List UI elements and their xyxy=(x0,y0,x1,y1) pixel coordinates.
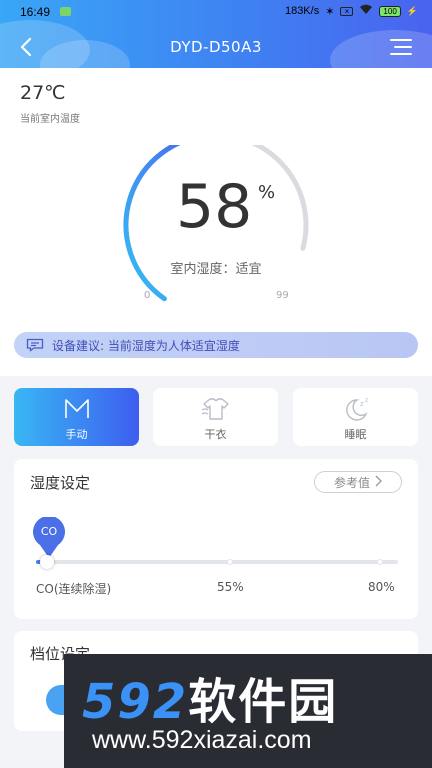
watermark-brand-text: 软件园 xyxy=(188,674,339,730)
bluetooth-icon: ✶ xyxy=(325,5,335,18)
manual-m-icon xyxy=(65,399,89,418)
humidity-value: 58 xyxy=(176,172,253,242)
mode-label: 睡眠 xyxy=(344,428,367,441)
gauge-max-label: 99 xyxy=(276,290,289,301)
svg-text:z: z xyxy=(365,397,368,404)
location-pin-icon xyxy=(33,515,65,558)
mode-selector: 手动 干衣 z z 睡眠 xyxy=(14,388,418,446)
app-header: 16:49 183K/s ✶ × 100 ⚡ DYD-D50A3 xyxy=(0,0,432,68)
mode-label: 干衣 xyxy=(204,428,227,441)
menu-line xyxy=(394,46,412,48)
humidity-overview-card: 27℃ 当前室内温度 58 % 室内湿度：适宜 0 99 设备建议: 当前湿度为… xyxy=(0,68,432,376)
slider-label-continuous: CO(连续除湿) xyxy=(36,582,112,596)
reference-value-button[interactable]: 参考值 xyxy=(314,471,402,493)
mode-dry-clothes-button[interactable]: 干衣 xyxy=(153,388,278,446)
room-temperature: 27℃ xyxy=(20,82,66,104)
site-watermark: 592软件园 www.592xiazai.com xyxy=(64,654,432,768)
humidity-slider-track[interactable] xyxy=(36,560,398,564)
device-advice-banner: 设备建议: 当前湿度为人体适宜湿度 xyxy=(14,332,418,358)
charging-icon: ⚡ xyxy=(406,5,418,16)
watermark-brand-digits: 592 xyxy=(82,674,189,730)
menu-button[interactable] xyxy=(390,39,412,57)
humidity-status-value: 适宜 xyxy=(235,262,262,277)
slider-label-80: 80% xyxy=(368,580,395,594)
humidity-status: 室内湿度：适宜 xyxy=(0,258,432,277)
message-icon xyxy=(26,338,44,352)
page-title: DYD-D50A3 xyxy=(170,38,262,56)
wifi-icon xyxy=(359,4,373,18)
slider-label-55: 55% xyxy=(217,580,244,594)
shirt-dry-icon xyxy=(201,398,229,420)
nav-bar: DYD-D50A3 xyxy=(0,30,432,66)
reference-value-label: 参考值 xyxy=(333,475,370,490)
room-temperature-label: 当前室内温度 xyxy=(20,114,80,125)
mode-label: 手动 xyxy=(65,428,88,441)
mode-sleep-button[interactable]: z z 睡眠 xyxy=(293,388,418,446)
watermark-brand: 592软件园 xyxy=(82,662,338,732)
watermark-url: www.592xiazai.com xyxy=(92,726,312,754)
mode-manual-button[interactable]: 手动 xyxy=(14,388,139,446)
status-bar: 16:49 183K/s ✶ × 100 ⚡ xyxy=(0,0,432,22)
slider-value-pin: CO xyxy=(32,515,66,559)
sim-off-icon: × xyxy=(340,6,354,16)
slider-tick xyxy=(227,559,233,565)
slider-tick xyxy=(377,559,383,565)
device-advice-text: 设备建议: 当前湿度为人体适宜湿度 xyxy=(52,338,240,353)
notification-app-icon xyxy=(60,7,71,16)
menu-line xyxy=(390,53,412,55)
status-time: 16:49 xyxy=(20,5,51,19)
svg-text:z: z xyxy=(360,400,364,408)
humidity-setting-card: 湿度设定 参考值 CO CO(连续除湿) 55% 80% xyxy=(14,459,418,619)
gauge-min-label: 0 xyxy=(144,290,151,301)
slider-pin-label: CO xyxy=(40,525,58,538)
humidity-status-label: 室内湿度： xyxy=(170,262,236,277)
chevron-right-icon xyxy=(374,475,382,490)
moon-sleep-icon: z z xyxy=(346,397,368,421)
battery-icon: 100 xyxy=(379,5,401,17)
humidity-slider-thumb[interactable] xyxy=(40,555,54,569)
humidity-unit: % xyxy=(258,182,276,203)
status-right-group: 183K/s ✶ × 100 ⚡ xyxy=(285,4,418,18)
humidity-setting-title: 湿度设定 xyxy=(30,474,91,492)
network-speed: 183K/s xyxy=(284,5,320,17)
menu-line xyxy=(390,39,412,41)
